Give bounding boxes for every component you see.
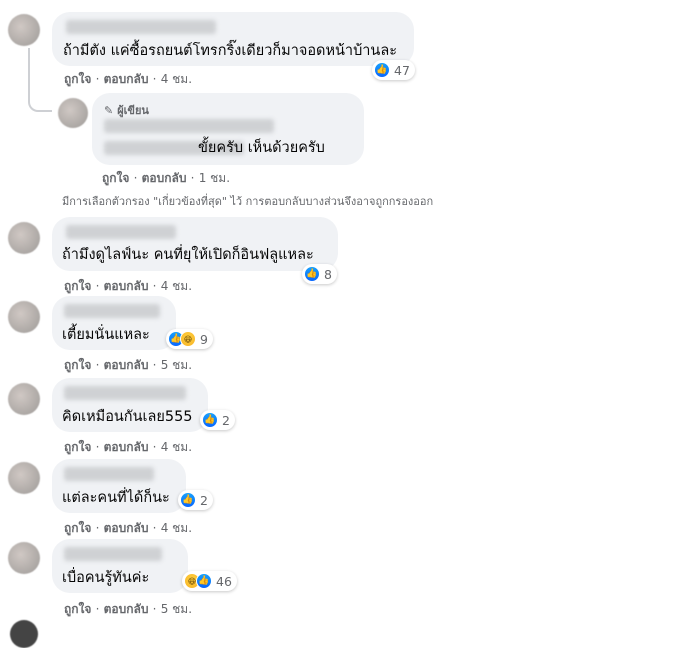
comment-bubble: แต่ละคนที่ได้ก็นะ xyxy=(52,459,186,513)
comment-actions: ถูกใจ · ตอบกลับ · 4 ชม. xyxy=(64,440,193,454)
avatar[interactable] xyxy=(8,542,40,574)
avatar[interactable] xyxy=(8,301,40,333)
comment-time[interactable]: 4 ชม. xyxy=(161,72,192,86)
comment-bubble: เบื่อคนรู้ทันค่ะ xyxy=(52,539,188,593)
reply-thread-line xyxy=(28,48,52,112)
reaction-summary[interactable]: 👍 8 xyxy=(302,264,337,284)
comment-time[interactable]: 4 ชม. xyxy=(161,521,192,535)
like-link[interactable]: ถูกใจ xyxy=(102,171,129,185)
reply-link[interactable]: ตอบกลับ xyxy=(104,602,149,616)
like-link[interactable]: ถูกใจ xyxy=(64,358,91,372)
like-link[interactable]: ถูกใจ xyxy=(64,72,91,86)
like-icon: 👍 xyxy=(202,412,218,428)
reply-link[interactable]: ตอบกลับ xyxy=(104,279,149,293)
like-link[interactable]: ถูกใจ xyxy=(64,440,91,454)
reaction-count: 2 xyxy=(222,412,230,428)
commenter-name[interactable] xyxy=(64,547,162,561)
reply-link[interactable]: ตอบกลับ xyxy=(104,358,149,372)
avatar[interactable] xyxy=(8,14,40,46)
comment-text: เบื่อคนรู้ทันค่ะ xyxy=(62,570,150,586)
reply-time[interactable]: 1 ชม. xyxy=(199,171,230,185)
like-link[interactable]: ถูกใจ xyxy=(64,521,91,535)
commenter-name[interactable] xyxy=(104,119,274,133)
commenter-name[interactable] xyxy=(66,20,216,34)
author-badge: ✎ ผู้เขียน xyxy=(104,103,149,118)
avatar[interactable] xyxy=(10,620,38,648)
comment-text: เตี้ยมนั่นแหละ xyxy=(62,327,150,343)
like-icon: 👍 xyxy=(196,573,212,589)
reply-link[interactable]: ตอบกลับ xyxy=(104,521,149,535)
comment-text: คิดเหมือนกันเลย555 xyxy=(62,409,193,425)
commenter-name[interactable] xyxy=(66,225,176,239)
comment-time[interactable]: 4 ชม. xyxy=(161,279,192,293)
reaction-summary[interactable]: 👍 😆 9 xyxy=(166,329,213,349)
comment-text: แต่ละคนที่ได้ก็นะ xyxy=(62,490,170,506)
reaction-count: 9 xyxy=(200,331,208,347)
filter-note: มีการเลือกตัวกรอง "เกี่ยวข้องที่สุด" ไว้… xyxy=(62,195,434,208)
like-link[interactable]: ถูกใจ xyxy=(64,279,91,293)
comment-text: ถ้ามึงดูไลฟ์นะ คนที่ยุให้เปิดก็อินฟลูแหล… xyxy=(62,247,314,263)
reply-bubble: ✎ ผู้เขียน ขั้ยครับ เห็นด้วยครับ xyxy=(92,93,364,165)
reply-text: ขั้ยครับ เห็นด้วยครับ xyxy=(198,140,325,156)
like-icon: 👍 xyxy=(180,492,196,508)
comment-time[interactable]: 4 ชม. xyxy=(161,440,192,454)
reaction-summary[interactable]: 👍 47 xyxy=(372,60,415,80)
comment-time[interactable]: 5 ชม. xyxy=(161,358,192,372)
reaction-count: 46 xyxy=(216,573,232,589)
avatar[interactable] xyxy=(8,462,40,494)
comment-time[interactable]: 5 ชม. xyxy=(161,602,192,616)
reaction-summary[interactable]: 👍 2 xyxy=(200,410,235,430)
avatar[interactable] xyxy=(58,98,88,128)
reaction-count: 8 xyxy=(324,266,332,282)
haha-icon: 😆 xyxy=(180,331,196,347)
comment-actions: ถูกใจ · ตอบกลับ · 4 ชม. xyxy=(64,521,193,535)
commenter-name[interactable] xyxy=(64,386,186,400)
reply-link[interactable]: ตอบกลับ xyxy=(104,440,149,454)
reply-link[interactable]: ตอบกลับ xyxy=(104,72,149,86)
avatar[interactable] xyxy=(8,222,40,254)
comment-bubble: คิดเหมือนกันเลย555 xyxy=(52,378,208,432)
commenter-name[interactable] xyxy=(64,304,160,318)
comment-actions: ถูกใจ · ตอบกลับ · 5 ชม. xyxy=(64,358,193,372)
reaction-count: 47 xyxy=(394,62,410,78)
like-link[interactable]: ถูกใจ xyxy=(64,602,91,616)
comment-actions: ถูกใจ · ตอบกลับ · 5 ชม. xyxy=(64,602,193,616)
comment-actions: ถูกใจ · ตอบกลับ · 4 ชม. xyxy=(64,279,193,293)
pencil-icon: ✎ xyxy=(104,103,114,117)
comment-actions: ถูกใจ · ตอบกลับ · 4 ชม. xyxy=(64,72,193,86)
comment-text: ถ้ามีตัง แค่ซื้อรถยนต์โทรกริ๊งเดียวก็มาจ… xyxy=(63,43,398,59)
reaction-count: 2 xyxy=(200,492,208,508)
like-icon: 👍 xyxy=(374,62,390,78)
comment-bubble: ถ้ามีตัง แค่ซื้อรถยนต์โทรกริ๊งเดียวก็มาจ… xyxy=(52,12,414,66)
avatar[interactable] xyxy=(8,383,40,415)
reply-actions: ถูกใจ · ตอบกลับ · 1 ชม. xyxy=(102,171,231,185)
commenter-name[interactable] xyxy=(64,467,154,481)
comment-bubble: ถ้ามึงดูไลฟ์นะ คนที่ยุให้เปิดก็อินฟลูแหล… xyxy=(52,217,338,271)
reply-link[interactable]: ตอบกลับ xyxy=(142,171,187,185)
reaction-summary[interactable]: 😆 👍 46 xyxy=(182,571,237,591)
reaction-summary[interactable]: 👍 2 xyxy=(178,490,213,510)
comment-bubble: เตี้ยมนั่นแหละ xyxy=(52,296,176,350)
like-icon: 👍 xyxy=(304,266,320,282)
